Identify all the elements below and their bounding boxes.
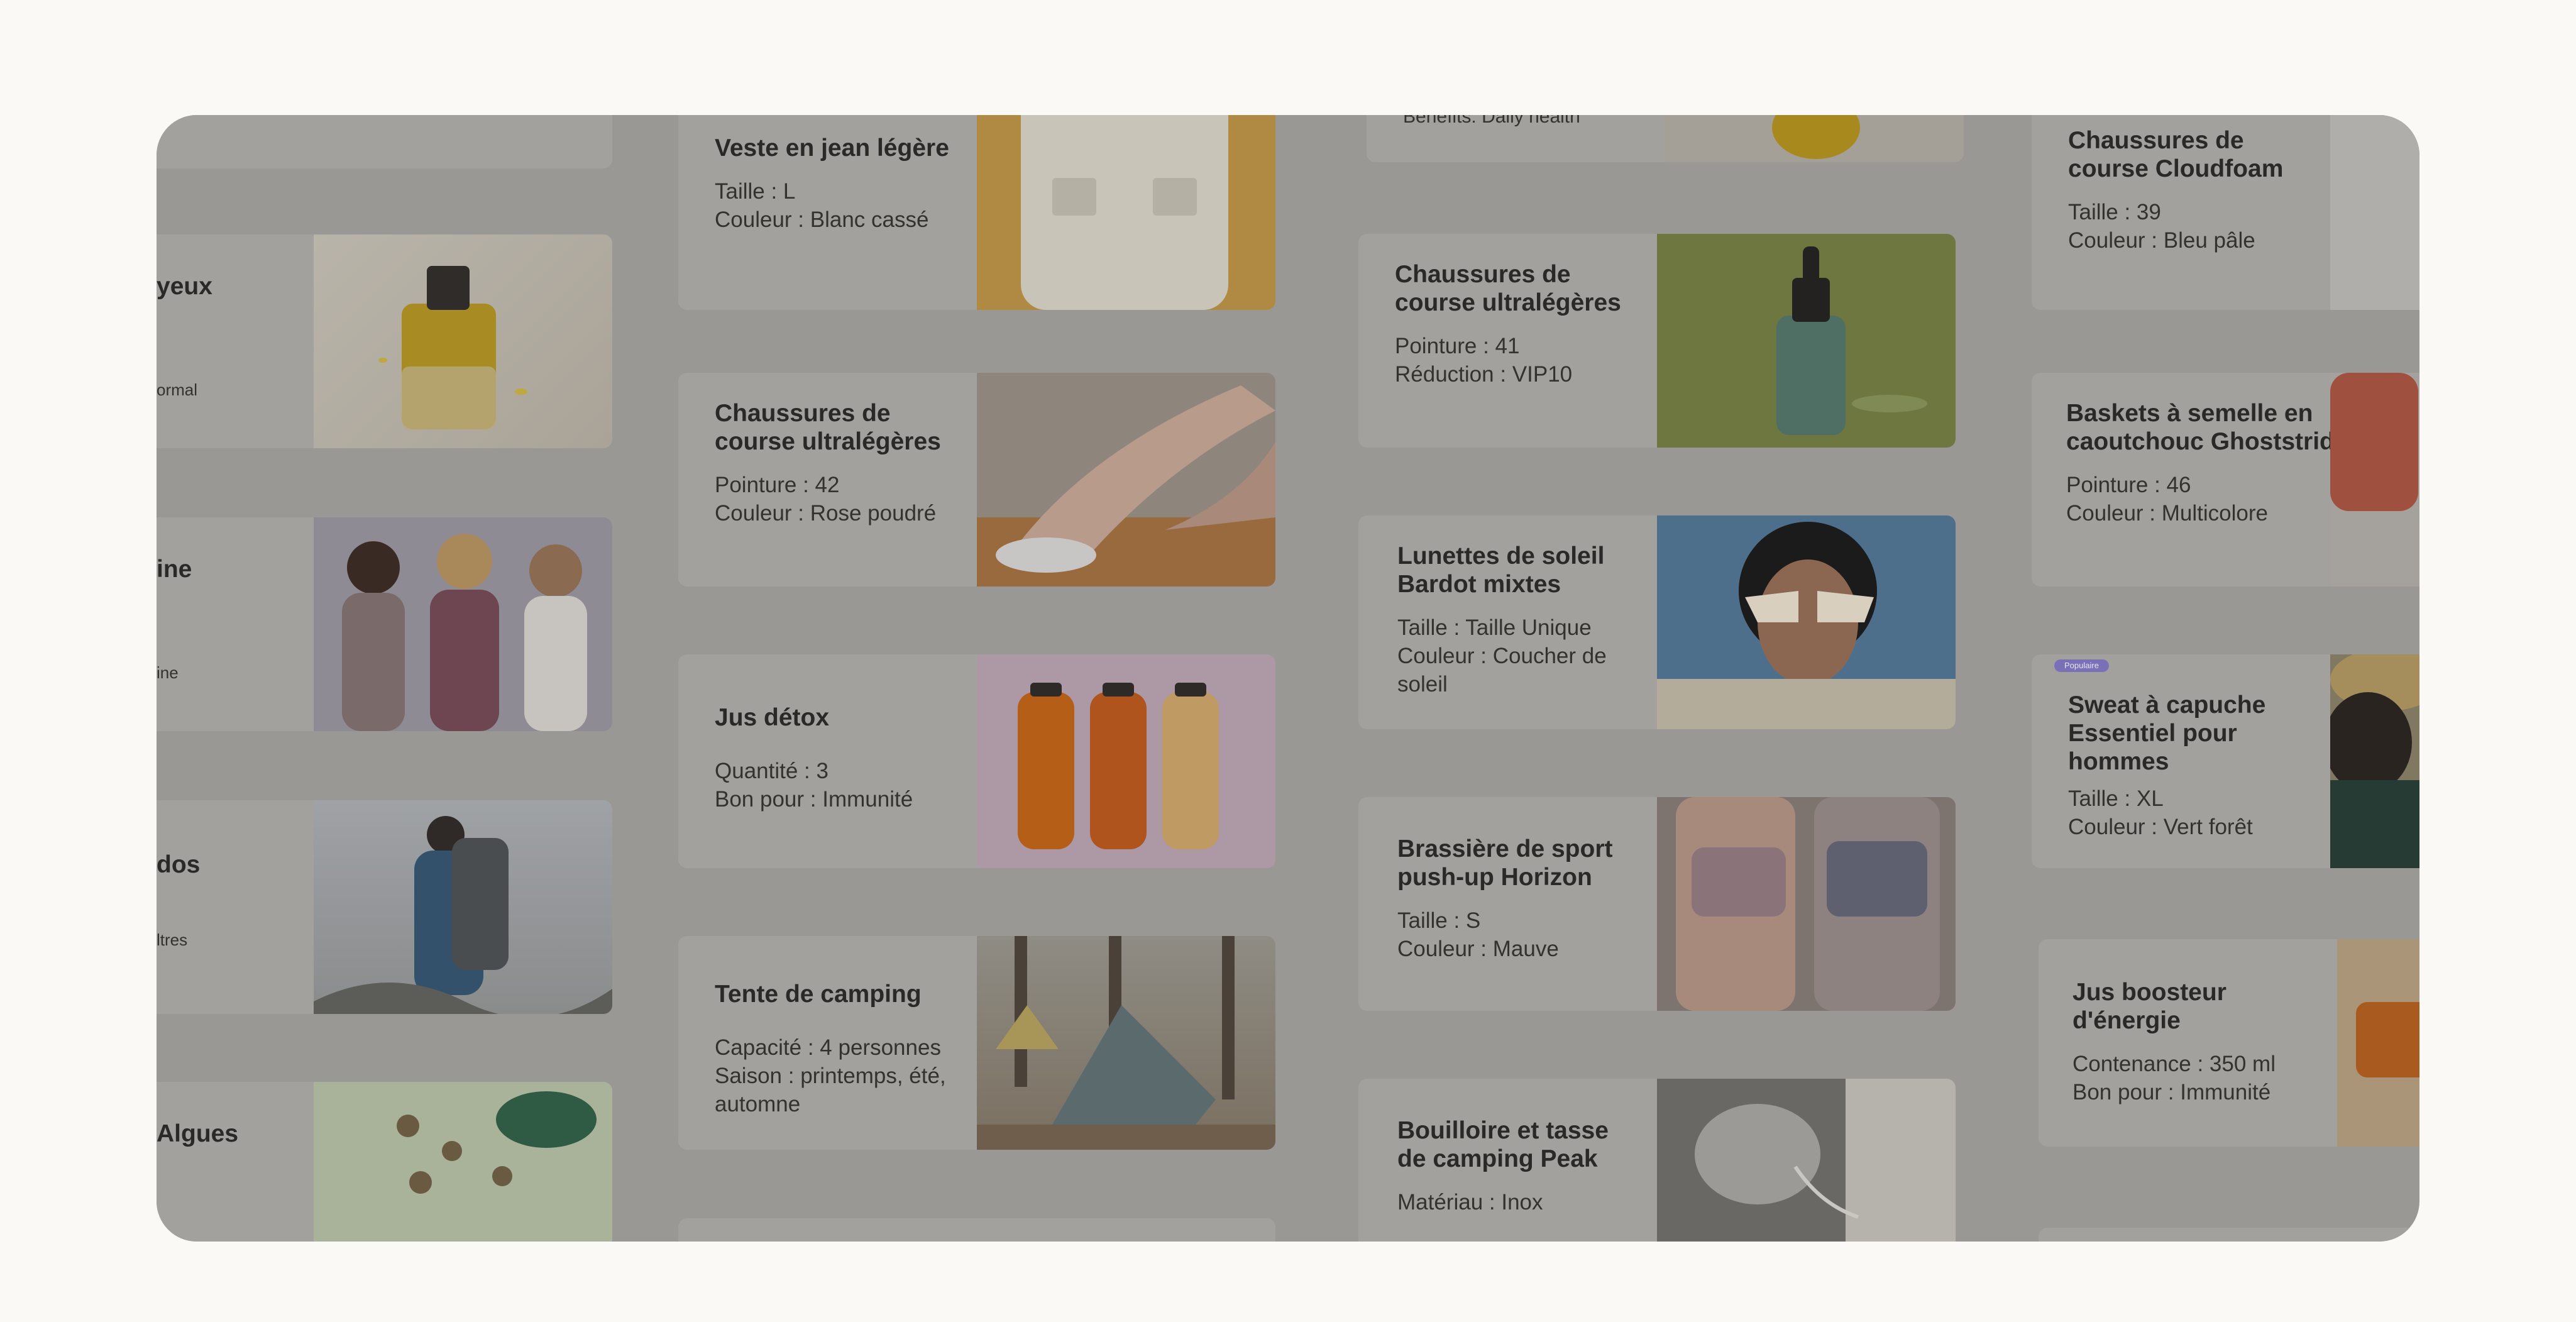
product-card[interactable]: Baskets à semelle en caoutchouc Ghoststr… — [2032, 373, 2419, 587]
product-card[interactable]: dos ltres — [157, 800, 612, 1014]
kettle-illustration — [1695, 1079, 1956, 1242]
running-shoes-image — [977, 373, 1275, 587]
green-serum-image — [1657, 234, 1956, 448]
product-attribute: ltres — [157, 930, 188, 949]
camping-tent-image — [977, 936, 1275, 1150]
product-attribute: Taille : 39 — [2068, 200, 2161, 224]
product-title: Chaussures de course Cloudfoam — [2068, 127, 2284, 182]
product-attribute: Taille : XL — [2068, 786, 2164, 811]
product-card[interactable]: Tente de camping Capacité : 4 personnes … — [678, 936, 1275, 1150]
product-attribute: Taille : Taille Unique — [1397, 615, 1592, 640]
product-attribute: Couleur : Mauve — [1397, 937, 1559, 961]
product-title: Bouilloire et tasse de camping Peak — [1397, 1117, 1609, 1172]
product-card[interactable]: Chaussures de course ultralégères Pointu… — [1358, 234, 1956, 448]
kettle-image — [1657, 1079, 1956, 1242]
product-title: Lunettes de soleil Bardot mixtes — [1397, 543, 1605, 598]
detox-juice-image — [977, 654, 1275, 868]
product-attribute: Couleur : Multicolore — [2066, 501, 2268, 526]
product-attribute: Pointure : 46 — [2066, 473, 2191, 497]
hoodie-image — [2330, 654, 2419, 868]
hiker-illustration — [314, 816, 612, 1014]
product-card[interactable]: Jus boosteur d'énergie Contenance : 350 … — [2039, 939, 2419, 1147]
serum-bottle-image — [314, 234, 612, 448]
product-card[interactable]: Brassière de sport push-up Horizon Taill… — [1358, 797, 1956, 1011]
product-attribute: Saison : printemps, été, automne — [715, 1064, 946, 1116]
legs-shoes-illustration — [977, 385, 1275, 587]
product-attribute: Réduction : VIP10 — [1395, 362, 1573, 387]
product-attribute: Couleur : Coucher de soleil — [1397, 644, 1607, 697]
product-title: ine — [157, 556, 192, 583]
dropper-bottle-icon — [1776, 246, 1927, 435]
product-attribute: Couleur : Blanc cassé — [715, 207, 929, 232]
product-attribute: Benefits: Daily health — [1403, 115, 1580, 127]
hiker-image — [314, 800, 612, 1014]
product-attribute: Couleur : Bleu pâle — [2068, 228, 2255, 253]
product-attribute: ine — [157, 663, 179, 682]
sneaker-image — [2330, 373, 2419, 587]
product-card[interactable]: Lunettes de soleil Bardot mixtes Taille … — [1358, 515, 1956, 729]
product-title: Chaussures de course ultralégères — [715, 400, 941, 455]
product-card[interactable]: Benefits: Daily health — [1367, 115, 1964, 162]
product-title: Baskets à semelle en caoutchouc Ghoststr… — [2066, 400, 2348, 455]
product-card-wall: yeux ormal ine ine dos ltres Algues ct V… — [157, 115, 2419, 1242]
product-title: Sweat à capuche Essentiel pour hommes — [2068, 691, 2266, 775]
sunglasses-model-illustration — [1657, 522, 1956, 729]
tent-illustration — [977, 936, 1275, 1150]
product-attribute: Contenance : 350 ml — [2072, 1052, 2276, 1076]
juice-bottles-illustration — [1018, 683, 1219, 849]
sunglasses-image — [1657, 515, 1956, 729]
product-attribute: Taille : L — [715, 179, 796, 204]
product-title: Jus boosteur d'énergie — [2072, 979, 2226, 1034]
citrus-icon — [1772, 115, 1860, 159]
product-title: yeux — [157, 273, 212, 300]
product-title: Brassière de sport push-up Horizon — [1397, 835, 1613, 891]
product-attribute: ct — [157, 1225, 170, 1242]
product-title: Jus détox — [715, 704, 830, 731]
product-card[interactable]: Chaussures de course Cloudfoam Taille : … — [2032, 115, 2419, 310]
product-attribute: Taille : S — [1397, 908, 1481, 933]
product-card[interactable]: Jus détox Quantité : 3 Bon pour : Immuni… — [678, 654, 1275, 868]
product-card[interactable]: Algues ct — [157, 1082, 612, 1242]
product-card[interactable]: Veste en jean légère Taille : L Couleur … — [678, 115, 1275, 310]
denim-jacket-image — [977, 115, 1275, 310]
capsules-illustration — [397, 1091, 597, 1194]
product-attribute: Couleur : Rose poudré — [715, 501, 937, 526]
product-card[interactable]: ine ine — [157, 517, 612, 731]
product-card[interactable]: Chaussures de course ultralégères Pointu… — [678, 373, 1275, 587]
energy-juice-image — [2337, 939, 2419, 1147]
product-attribute: ormal — [157, 380, 198, 399]
product-attribute: Matériau : Inox — [1397, 1190, 1543, 1215]
product-card-partial[interactable] — [2039, 1228, 2419, 1242]
product-title: Tente de camping — [715, 981, 922, 1008]
juice-illustration — [2356, 1002, 2419, 1077]
product-card[interactable]: Bouilloire et tasse de camping Peak Maté… — [1358, 1079, 1956, 1242]
product-attribute: Capacité : 4 personnes — [715, 1035, 941, 1060]
product-attribute: Pointure : 42 — [715, 473, 840, 497]
sneaker-illustration — [2330, 373, 2418, 511]
product-card-partial[interactable] — [157, 115, 612, 168]
people-illustration — [342, 534, 587, 731]
product-title: Veste en jean légère — [715, 135, 949, 162]
supplement-image — [314, 1082, 612, 1242]
shoe-image — [2330, 115, 2419, 310]
product-attribute: Quantité : 3 — [715, 759, 828, 783]
product-attribute: Bon pour : Immunité — [2072, 1080, 2271, 1104]
product-card[interactable]: Populaire Sweat à capuche Essentiel pour… — [2032, 654, 2419, 868]
product-title: dos — [157, 851, 201, 878]
product-attribute: Bon pour : Immunité — [715, 787, 913, 812]
product-title: Chaussures de course ultralégères — [1395, 261, 1621, 316]
product-attribute: Couleur : Vert forêt — [2068, 815, 2253, 839]
product-title: Algues — [157, 1120, 239, 1147]
product-attribute: Pointure : 41 — [1395, 334, 1520, 358]
jacket-illustration — [1021, 115, 1228, 310]
hoodie-model-illustration — [2330, 654, 2419, 868]
serum-bottle-icon — [378, 266, 527, 429]
supplement-image — [1665, 115, 1964, 162]
product-card[interactable]: yeux ormal — [157, 234, 612, 448]
sports-bra-models-illustration — [1676, 797, 1940, 1011]
product-card-partial[interactable] — [678, 1218, 1275, 1242]
sports-bra-image — [1657, 797, 1956, 1011]
models-image — [314, 517, 612, 731]
